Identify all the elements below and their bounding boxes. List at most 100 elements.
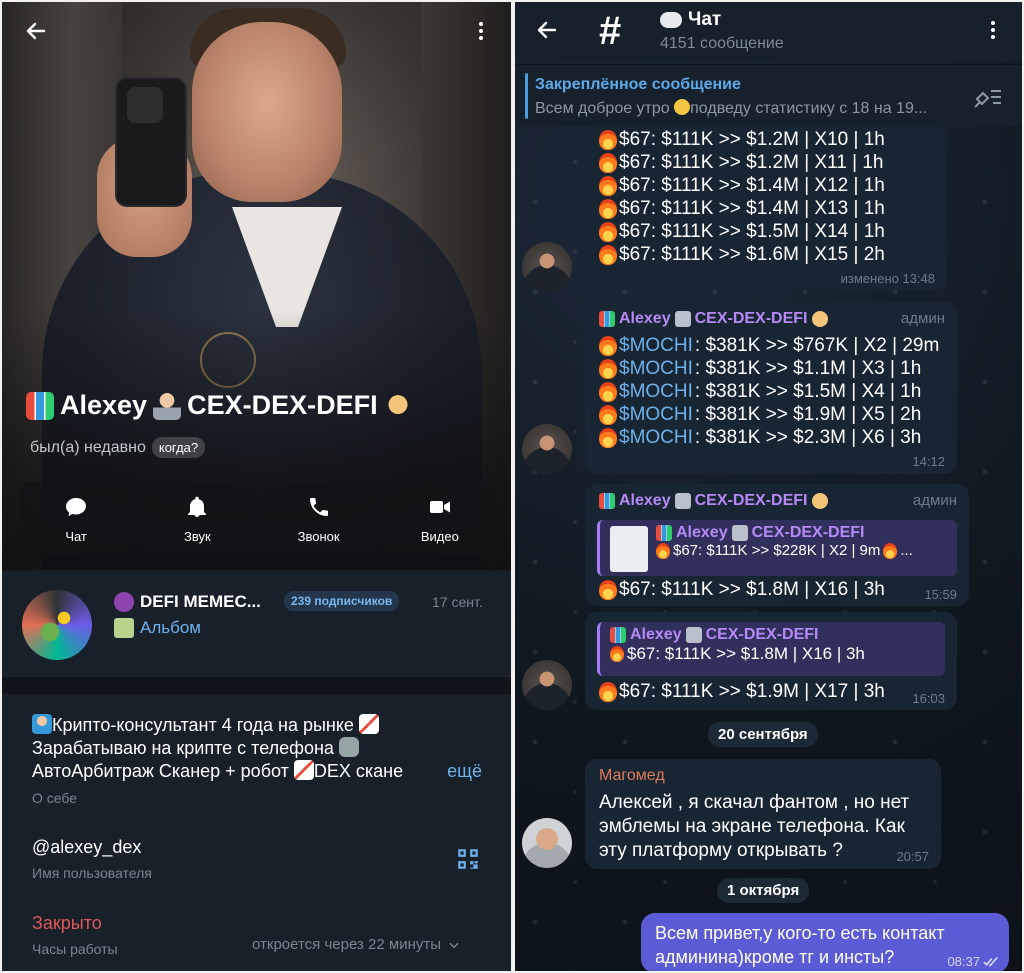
last-seen-when-button[interactable]: когда? [151,437,206,458]
ticker-link[interactable]: $MOCHI [619,426,693,449]
fire-emoji-icon [599,221,617,242]
message-bubble[interactable]: $67: $111K >> $1.2M | X10 | 1h $67: $111… [585,126,947,290]
back-button[interactable] [16,11,56,51]
bio-label: О себе [32,790,78,806]
chart-emoji-icon [358,714,379,734]
message-time-text: 08:37 [947,954,980,969]
pinned-list-button[interactable] [973,85,1003,109]
message-line: $67: $111K >> $1.4M | X13 | 1h [599,197,885,220]
message-sender-name[interactable]: Магомед [599,767,665,785]
action-chat-button[interactable]: Чат [20,482,133,556]
fire-emoji-icon [883,542,898,559]
sender-avatar[interactable] [522,660,572,710]
double-check-icon [983,956,998,967]
action-video-label: Видео [420,528,459,544]
message-time: 16:03 [912,691,945,706]
channel-title-text: DEFI MEMEC... [140,592,261,611]
qr-code-icon [458,849,478,869]
sun-emoji-icon [674,99,691,115]
fire-emoji-icon [599,427,617,448]
message-sender[interactable]: Alexey CEX-DEX-DEFI [599,492,828,510]
message-line: $67: $111K >> $1.9M | X17 | 3h [599,680,885,703]
message-line-text: админина)кроме тг и инсты? [655,947,895,967]
personal-channel[interactable]: DEFI MEMEC... 239 подписчиков 17 сент. А… [2,572,511,678]
message-line: $MOCHI: $381K >> $1.1M | X3 | 1h [599,357,939,380]
message-line-text: : $381K >> $1.9M | X5 | 2h [694,404,922,425]
bio-more-link[interactable]: ещё [423,760,482,783]
book-emoji-icon [114,618,134,638]
message-line: $MOCHI: $381K >> $1.5M | X4 | 1h [599,380,939,403]
action-video-button[interactable]: Видео [383,482,496,556]
more-vertical-icon [479,22,483,40]
pin-list-icon [974,90,1001,108]
bio-line-1-text: Крипто-консультант 4 года на рынке [52,715,354,735]
cat-emoji-icon [383,391,412,420]
hours-label: Часы работы [32,941,118,957]
message-line-text: $67: $111K >> $1.2M | X11 | 1h [619,152,884,173]
chat-header[interactable]: # Чат 4151 сообщение [515,2,1022,62]
fire-emoji-icon [599,152,617,173]
message-time: 08:37 [947,954,999,969]
message-sender[interactable]: Alexey CEX-DEX-DEFI [599,310,828,328]
sender-avatar[interactable] [522,424,572,474]
message-bubble[interactable]: Alexey CEX-DEX-DEFI админ Alexey CEX-DEX… [585,484,969,606]
more-menu-button[interactable] [461,11,501,51]
action-sound-label: Звук [184,528,211,544]
reply-preview[interactable]: Alexey CEX-DEX-DEFI $67: $111K >> $1.8M … [597,622,945,676]
profile-actions: Чат Звук Звонок Видео [20,482,496,556]
reply-sender-name: Alexey [676,524,728,541]
action-call-button[interactable]: Звонок [262,482,375,556]
message-line-text: Алексей , я скачал фантом , но нет [599,792,910,813]
reply-text: $67: $111K >> $228K | X2 | 9m... [656,542,949,559]
fire-emoji-icon [599,681,617,702]
video-icon [429,500,450,513]
message-line: $67: $111K >> $1.5M | X14 | 1h [599,220,885,243]
channel-subscribers-badge: 239 подписчиков [284,591,400,611]
pinned-text: Всем доброе утро подведу статистику с 18… [535,99,965,118]
pinned-text-b: подведу статистику с 18 на 19... [690,100,928,117]
cloud-emoji-icon [660,12,682,28]
action-sound-button[interactable]: Звук [141,482,254,556]
sender-suffix: CEX-DEX-DEFI [694,492,808,509]
message-body: $MOCHI: $381K >> $767K | X2 | 29m $MOCHI… [599,334,939,449]
message-bubble[interactable]: Alexey CEX-DEX-DEFI $67: $111K >> $1.8M … [585,612,957,710]
message-bubble[interactable]: Магомед Алексей , я скачал фантом , но н… [585,759,941,869]
robot-emoji-icon [338,737,359,757]
bio-line-2-text: Зарабатываю на крипте с телефона [32,738,334,758]
qr-code-button[interactable] [455,846,481,872]
ticker-link[interactable]: $MOCHI [619,403,693,426]
message-line-text: : $381K >> $1.5M | X4 | 1h [694,381,922,402]
pinned-message-bar[interactable]: Закреплённое сообщение Всем доброе утро … [515,64,1022,126]
bio-line-2: Зарабатываю на крипте с телефона [32,737,492,760]
chat-more-button[interactable] [973,10,1013,50]
bio-line-3-text: АвтоАрбитраж Сканер + робот [32,761,289,781]
cat-emoji-icon [811,493,828,509]
sender-suffix: CEX-DEX-DEFI [694,310,808,327]
reply-sender-name: Alexey [630,626,682,643]
message-line: $MOCHI: $381K >> $1.9M | X5 | 2h [599,403,939,426]
message-line-text: эту платформу открывать ? [599,840,843,861]
message-line-text: $67: $111K >> $1.9M | X17 | 3h [619,681,885,702]
sender-avatar[interactable] [522,818,572,868]
own-message-bubble[interactable]: Всем привет,у кого-то есть контакт админ… [641,913,1009,971]
username[interactable]: @alexey_dex [32,837,141,858]
opening-hours-toggle[interactable]: откроется через 22 минуты [252,936,461,953]
chat-back-button[interactable] [527,10,567,50]
message-line-text: : $381K >> $1.1M | X3 | 1h [694,358,922,379]
reply-sender: Alexey CEX-DEX-DEFI [656,524,949,542]
sender-avatar[interactable] [522,242,572,292]
chat-title-text: Чат [688,9,722,30]
ticker-link[interactable]: $MOCHI [619,357,693,380]
ticker-link[interactable]: $MOCHI [619,334,693,357]
reply-text: $67: $111K >> $1.8M | X16 | 3h [610,644,937,664]
message-body: $67: $111K >> $1.2M | X10 | 1h $67: $111… [599,128,885,266]
ticker-link[interactable]: $MOCHI [619,380,693,403]
message-bubble[interactable]: Alexey CEX-DEX-DEFI админ $MOCHI: $381K … [585,302,957,474]
reply-ellipsis: ... [900,542,913,559]
fire-emoji-icon [599,358,617,379]
business-status: Закрыто [32,913,102,933]
bio-line-1: Крипто-консультант 4 года на рынке [32,714,492,737]
date-separator: 20 сентября [708,722,818,747]
reply-preview[interactable]: Alexey CEX-DEX-DEFI $67: $111K >> $228K … [597,520,957,576]
pinned-title: Закреплённое сообщение [535,76,741,93]
